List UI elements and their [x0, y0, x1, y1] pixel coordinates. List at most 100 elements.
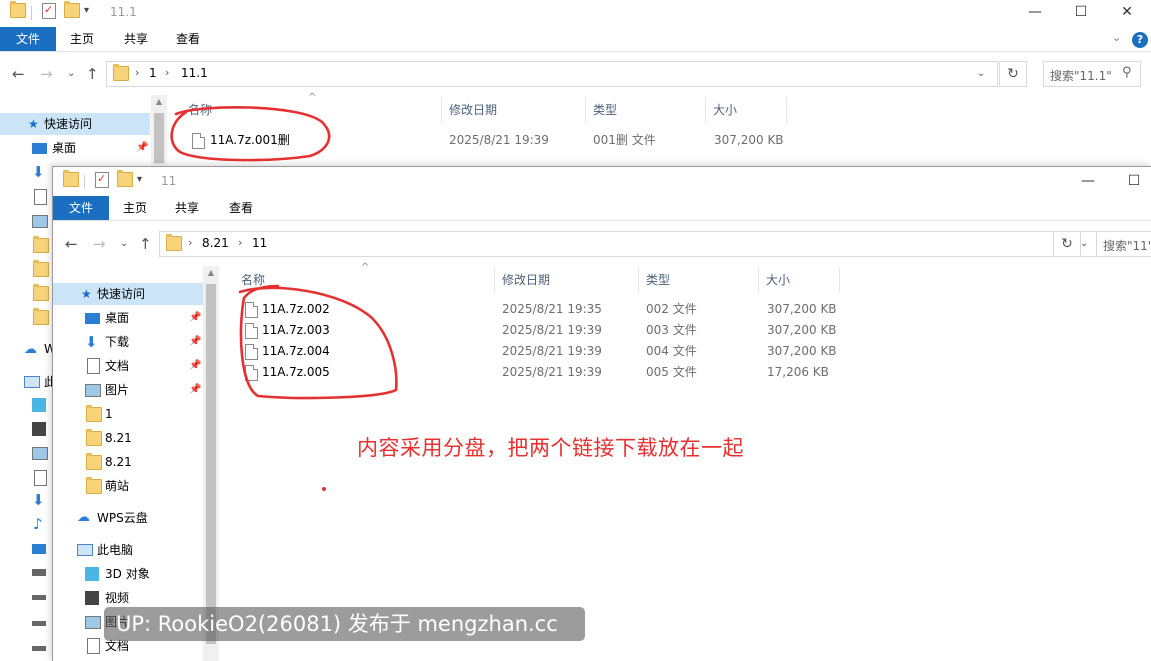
column-header-name[interactable]: 名称	[241, 267, 265, 293]
tab-file[interactable]: 文件	[0, 27, 56, 51]
refresh-icon[interactable]: ↻	[1053, 231, 1081, 257]
sidebar-scrollbar[interactable]: ▲	[151, 95, 167, 165]
customize-toolbar-icon[interactable]: ▾	[84, 5, 89, 23]
sidebar-item-folder-8-21[interactable]: 8.21	[53, 427, 203, 449]
back-arrow-icon[interactable]: ←	[12, 65, 25, 83]
scroll-up-icon[interactable]: ▲	[203, 268, 219, 282]
properties-icon[interactable]	[95, 172, 109, 190]
sidebar-item-this-pc[interactable]: 此电脑	[53, 539, 203, 561]
tab-file[interactable]: 文件	[53, 196, 109, 220]
scroll-up-icon[interactable]: ▲	[151, 97, 167, 111]
column-header-modified[interactable]: 修改日期	[502, 267, 550, 293]
file-size: 307,200 KB	[767, 323, 837, 337]
forward-arrow-icon[interactable]: →	[93, 235, 106, 253]
sidebar-item-3d-objects[interactable]: 3D 对象	[53, 563, 203, 585]
maximize-icon[interactable]: ☐	[1058, 0, 1104, 26]
table-row[interactable]: 11A.7z.001删 2025/8/21 19:39 001删 文件 307,…	[180, 130, 800, 151]
sidebar-item-label: 快速访问	[97, 287, 146, 301]
download-icon: ⬇	[32, 491, 45, 509]
recent-locations-icon[interactable]: ⌄	[67, 68, 75, 79]
search-input[interactable]: 搜索"11.1" ⚲	[1043, 61, 1141, 87]
column-divider[interactable]	[441, 97, 442, 123]
sidebar-item-folder-mengzhan[interactable]: 萌站	[53, 475, 203, 497]
red-dot-mark	[322, 487, 326, 491]
sidebar-item-desktop[interactable]: 桌面 📌	[53, 307, 203, 329]
separator	[31, 6, 32, 24]
scrollbar-thumb[interactable]	[154, 113, 164, 163]
column-divider[interactable]	[758, 267, 759, 293]
pin-icon[interactable]: 📌	[189, 331, 201, 353]
column-divider[interactable]	[638, 267, 639, 293]
ribbon: 文件 主页 共享 查看 ⌄ ?	[0, 27, 1151, 52]
breadcrumb-item[interactable]: 8.21	[202, 236, 229, 250]
tab-view[interactable]: 查看	[219, 196, 263, 220]
sidebar-item-quick-access[interactable]: ★ 快速访问	[0, 113, 150, 135]
column-divider[interactable]	[494, 267, 495, 293]
table-row[interactable]: 11A.7z.005 2025/8/21 19:39 005 文件 17,206…	[233, 362, 853, 383]
back-arrow-icon[interactable]: ←	[65, 235, 78, 253]
file-icon	[245, 323, 258, 339]
column-divider[interactable]	[705, 97, 706, 123]
column-divider[interactable]	[786, 97, 787, 123]
up-arrow-icon[interactable]: ↑	[86, 65, 99, 83]
search-icon: ⚲	[1122, 65, 1132, 80]
chevron-down-icon[interactable]: ⌄	[1112, 31, 1121, 44]
tab-share[interactable]: 共享	[165, 196, 209, 220]
column-divider[interactable]	[585, 97, 586, 123]
pin-icon[interactable]: 📌	[189, 379, 201, 401]
minimize-icon[interactable]: —	[1012, 0, 1058, 26]
column-header-size[interactable]: 大小	[713, 97, 737, 123]
address-bar[interactable]: › 1 › 11.1 ⌄	[106, 61, 998, 87]
column-header-type[interactable]: 类型	[593, 97, 617, 123]
sidebar-item-label: 8.21	[105, 455, 132, 469]
document-icon	[34, 189, 47, 205]
breadcrumb-item[interactable]: 11	[252, 236, 267, 250]
tab-home[interactable]: 主页	[60, 27, 104, 51]
table-row[interactable]: 11A.7z.003 2025/8/21 19:39 003 文件 307,20…	[233, 320, 853, 341]
table-row[interactable]: 11A.7z.004 2025/8/21 19:39 004 文件 307,20…	[233, 341, 853, 362]
chevron-down-icon[interactable]: ⌄	[1080, 238, 1088, 249]
help-icon[interactable]: ?	[1132, 32, 1148, 48]
breadcrumb-item[interactable]: 11.1	[181, 66, 208, 80]
sidebar-item-downloads[interactable]: ⬇ 下载 📌	[53, 331, 203, 353]
scrollbar-thumb[interactable]	[206, 284, 216, 644]
tab-home[interactable]: 主页	[113, 196, 157, 220]
column-divider[interactable]	[839, 267, 840, 293]
recent-locations-icon[interactable]: ⌄	[120, 238, 128, 249]
pin-icon[interactable]: 📌	[189, 307, 201, 329]
new-folder-icon[interactable]	[117, 170, 133, 190]
column-header-modified[interactable]: 修改日期	[449, 97, 497, 123]
forward-arrow-icon[interactable]: →	[40, 65, 53, 83]
column-header-name[interactable]: 名称	[188, 97, 212, 123]
new-folder-icon[interactable]	[64, 1, 80, 21]
column-header-type[interactable]: 类型	[646, 267, 670, 293]
sidebar-item-desktop[interactable]: 桌面 📌	[0, 137, 150, 159]
tab-view[interactable]: 查看	[166, 27, 210, 51]
pin-icon[interactable]: 📌	[136, 137, 148, 159]
close-icon[interactable]: ✕	[1104, 0, 1150, 26]
address-bar[interactable]: › 8.21 › 11 ⌄	[159, 231, 1099, 257]
sidebar-item-folder-8-21[interactable]: 8.21	[53, 451, 203, 473]
breadcrumb-item[interactable]: 1	[149, 66, 157, 80]
pin-icon[interactable]: 📌	[189, 355, 201, 377]
folder-icon	[86, 405, 102, 429]
search-input[interactable]: 搜索"11"	[1096, 231, 1151, 257]
sidebar-item-documents[interactable]: 文档 📌	[53, 355, 203, 377]
up-arrow-icon[interactable]: ↑	[139, 235, 152, 253]
tab-share[interactable]: 共享	[114, 27, 158, 51]
refresh-icon[interactable]: ↻	[999, 61, 1027, 87]
properties-icon[interactable]	[42, 3, 56, 21]
sidebar-item-quick-access[interactable]: ★ 快速访问	[53, 283, 203, 305]
customize-toolbar-icon[interactable]: ▾	[137, 174, 142, 192]
chevron-down-icon[interactable]: ⌄	[977, 68, 985, 79]
maximize-icon[interactable]: ☐	[1111, 169, 1151, 195]
sidebar-item-videos[interactable]: 视频	[53, 587, 203, 609]
table-row[interactable]: 11A.7z.002 2025/8/21 19:35 002 文件 307,20…	[233, 299, 853, 320]
sidebar-scrollbar[interactable]: ▲	[203, 266, 219, 661]
sidebar-item-pictures[interactable]: 图片 📌	[53, 379, 203, 401]
column-header-size[interactable]: 大小	[766, 267, 790, 293]
sidebar-item-folder-1[interactable]: 1	[53, 403, 203, 425]
sidebar-item-wps-cloud[interactable]: ☁ WPS云盘	[53, 507, 203, 529]
window-title: 11	[161, 174, 177, 188]
minimize-icon[interactable]: —	[1065, 169, 1111, 195]
